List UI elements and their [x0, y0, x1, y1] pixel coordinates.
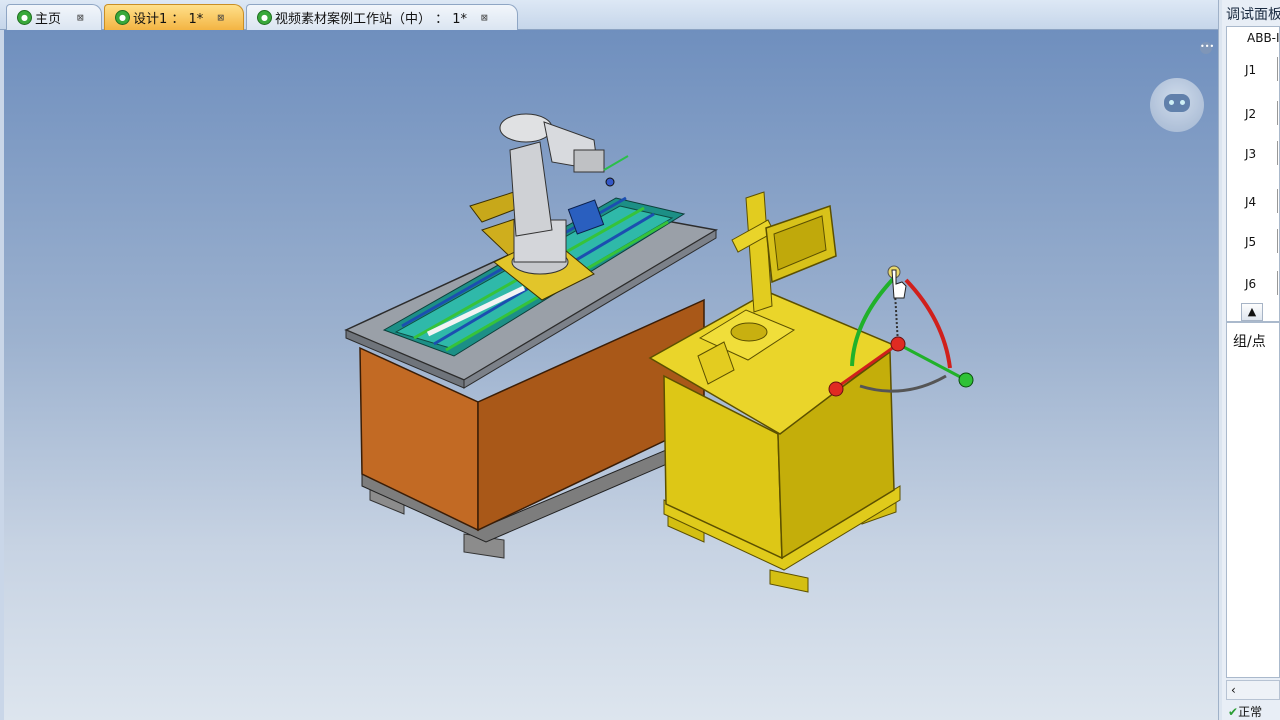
group-point-label: 组/点 [1233, 334, 1266, 350]
tab-label: 主页 [35, 12, 62, 27]
tab-home[interactable]: ● 主页 ⊠ [6, 4, 102, 30]
3d-viewport[interactable]: ••• [4, 30, 1218, 720]
joint-label-j6: J6 [1245, 277, 1257, 291]
tab-video-workstation[interactable]: ● 视频素材案例工作站（中） ： 1* ⊠ [246, 4, 518, 30]
joint-label-j3: J3 [1245, 147, 1257, 161]
app-logo-icon: ● [17, 10, 32, 25]
status-indicator: ✔正常 [1228, 703, 1262, 720]
app-logo-icon: ● [115, 10, 130, 25]
status-text: 正常 [1238, 705, 1263, 719]
tab-label: 视频素材案例工作站（中） ： 1* [275, 12, 468, 27]
robot-cabinet[interactable] [344, 113, 719, 559]
tab-close-icon[interactable]: ⊠ [481, 11, 488, 24]
more-dots-icon[interactable]: ••• [1200, 42, 1214, 54]
scroll-up-button[interactable]: ▲ [1241, 303, 1263, 321]
tab-close-icon[interactable]: ⊠ [217, 11, 224, 24]
tab-label: 设计1 ： 1* [133, 12, 204, 27]
tab-close-icon[interactable]: ⊠ [77, 11, 84, 24]
tab-design1[interactable]: ● 设计1 ： 1* ⊠ [104, 4, 244, 30]
document-tab-bar: ● 主页 ⊠ ● 设计1 ： 1* ⊠ ● 视频素材案例工作站（中） ： 1* … [0, 0, 1222, 30]
robot-name: ABB-IRB [1247, 31, 1280, 45]
scene-drawing [344, 113, 974, 593]
group-point-box: 组/点 [1226, 322, 1280, 678]
robot-joint-box: ABB-IRB J1 J2 J3 J4 J5 J6 ▲ [1226, 26, 1280, 322]
check-icon: ✔ [1228, 705, 1239, 719]
horizontal-scrollbar[interactable]: ‹ [1226, 680, 1280, 700]
joint-label-j5: J5 [1245, 235, 1257, 249]
joint-label-j4: J4 [1245, 195, 1257, 209]
joint-label-j2: J2 [1245, 107, 1257, 121]
app-logo-icon: ● [257, 10, 272, 25]
debug-panel-title: 调试面板 [1226, 7, 1280, 23]
robot-assistant-icon[interactable] [1150, 78, 1204, 132]
joint-label-j1: J1 [1245, 63, 1257, 77]
debug-panel: 调试面板 ABB-IRB J1 J2 J3 J4 J5 J6 ▲ 组/点 ‹ ✔… [1222, 0, 1280, 720]
scroll-left-icon[interactable]: ‹ [1231, 681, 1236, 699]
